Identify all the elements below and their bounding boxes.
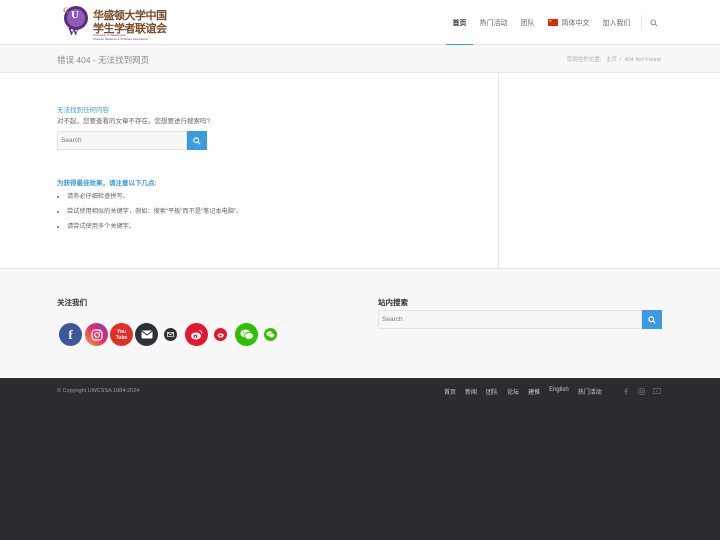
facebook-icon[interactable] — [620, 387, 632, 395]
nav-item-label: 加入我们 — [602, 19, 631, 27]
copyright-text: © Copyright UWCSSA 1984-2024 — [57, 388, 140, 394]
footer-search-input[interactable] — [378, 310, 642, 329]
footer-nav-english[interactable]: English — [549, 387, 569, 396]
nav-item-label: 首页 — [452, 19, 467, 27]
not-found-heading: 无法找到任何内容 — [57, 107, 109, 114]
list-item: 尝试使用相似的关键字，例如：搜索“平板”而不是“笔记本电脑”。 — [67, 206, 242, 215]
youtube-icon[interactable] — [651, 387, 663, 395]
list-item: 请尝试使用多个关键字。 — [67, 221, 242, 230]
main-nav: 首页 热门活动 团队 简体中文 加入我们 — [446, 0, 658, 46]
footer-socket: © Copyright UWCSSA 1984-2024 首页 新闻 团队 论坛… — [0, 378, 720, 540]
email-icon[interactable] — [135, 323, 158, 346]
search-icon — [650, 18, 658, 27]
nav-item-label: 热门活动 — [479, 19, 508, 27]
search-icon — [193, 136, 201, 145]
follow-us-heading: 关注我们 — [57, 298, 87, 307]
nav-item-home[interactable]: 首页 — [446, 0, 473, 46]
social-icons: f You Tube — [59, 322, 289, 346]
mail-small-icon[interactable] — [164, 328, 177, 341]
main-content: 无法找到任何内容 对不起，您要查看的文章不存在。您想要进行搜索吗? 为获得最佳效… — [0, 73, 720, 268]
footer-search-form — [378, 310, 662, 329]
search-form — [57, 131, 207, 150]
title-bar: 错误 404 - 无法找到网页 您现在的位置: 主页 / 404 Not Fou… — [0, 45, 720, 73]
nav-item-label: 团队 — [520, 19, 535, 27]
nav-item-events[interactable]: 热门活动 — [473, 0, 514, 45]
breadcrumb-prefix: 您现在的位置: — [566, 57, 602, 63]
nav-item-team[interactable]: 团队 — [514, 0, 541, 45]
instagram-icon[interactable] — [636, 387, 648, 395]
footer-nav-news[interactable]: 新闻 — [465, 387, 477, 396]
nav-item-join[interactable]: 加入我们 — [596, 0, 637, 45]
nav-divider — [641, 15, 642, 30]
search-input[interactable] — [57, 131, 187, 150]
breadcrumb-home-link[interactable]: 主页 — [606, 57, 617, 63]
footer-nav-home[interactable]: 首页 — [444, 387, 456, 396]
tips-heading: 为获得最佳效果，请注意以下几点: — [57, 180, 157, 187]
uw-logo-icon: U W C — [63, 6, 88, 38]
weibo-small-icon[interactable] — [214, 328, 227, 341]
footer-search-button[interactable] — [642, 310, 662, 329]
wechat-small-icon[interactable] — [264, 328, 277, 341]
youtube-label: You Tube — [115, 328, 128, 341]
instagram-icon[interactable] — [85, 323, 108, 346]
footer-nav: 首页 新闻 团队 论坛 建推 English 热门活动 — [444, 387, 611, 396]
weibo-icon[interactable] — [185, 323, 208, 346]
wechat-icon[interactable] — [235, 323, 258, 346]
site-search-heading: 站内搜索 — [378, 298, 408, 307]
footer-nav-events[interactable]: 热门活动 — [578, 387, 602, 396]
not-found-message: 对不起，您要查看的文章不存在。您想要进行搜索吗? — [57, 118, 211, 125]
breadcrumb: 您现在的位置: 主页 / 404 Not Found — [567, 55, 661, 63]
svg-text:C: C — [63, 6, 69, 15]
svg-text:U: U — [71, 9, 79, 21]
search-icon — [648, 315, 656, 324]
facebook-icon[interactable]: f — [59, 323, 82, 346]
nav-item-label: 简体中文 — [561, 19, 590, 27]
youtube-icon[interactable]: You Tube — [110, 323, 133, 346]
page-title[interactable]: 错误 404 - 无法找到网页 — [57, 54, 149, 66]
sidebar-divider — [498, 73, 499, 268]
list-item: 请务必仔细检查拼写。 — [67, 191, 242, 200]
footer-nav-forum[interactable]: 论坛 — [507, 387, 519, 396]
breadcrumb-separator: / — [620, 57, 622, 63]
socket-social-icons — [620, 387, 667, 395]
nav-item-language[interactable]: 简体中文 — [541, 0, 596, 45]
site-logo[interactable]: U W C 华盛顿大学中国 学生学者联谊会 University of Wash… — [62, 3, 167, 41]
footer-nav-jiantui[interactable]: 建推 — [528, 387, 540, 396]
site-header: U W C 华盛顿大学中国 学生学者联谊会 University of Wash… — [0, 0, 720, 46]
footer-nav-team[interactable]: 团队 — [486, 387, 498, 396]
tips-list: 请务必仔细检查拼写。 尝试使用相似的关键字，例如：搜索“平板”而不是“笔记本电脑… — [57, 191, 242, 236]
logo-subtext-line2: Chinese Students & Scholars Association — [93, 37, 149, 41]
svg-text:W: W — [68, 26, 79, 38]
breadcrumb-current: 404 Not Found — [624, 57, 661, 63]
footer-widgets: 关注我们 f You Tube 站内搜索 — [0, 268, 720, 378]
search-submit-button[interactable] — [187, 131, 207, 150]
nav-search-button[interactable] — [644, 0, 658, 45]
china-flag-icon — [547, 18, 558, 26]
